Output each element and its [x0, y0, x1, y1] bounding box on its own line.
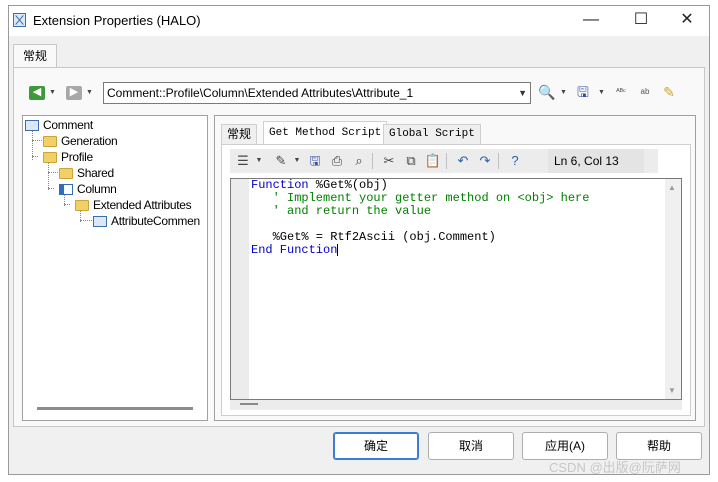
list-dropdown-icon[interactable]: ▼: [250, 152, 268, 170]
cancel-button[interactable]: 取消: [428, 432, 514, 460]
undo-icon[interactable]: ↶: [454, 152, 472, 170]
help-icon[interactable]: ?: [506, 152, 524, 170]
general-panel: ◀ ▼ ▶ ▼ Comment::Profile\Column\Extended…: [13, 67, 705, 427]
folder-icon: [59, 168, 73, 180]
apply-button[interactable]: 应用(A): [522, 432, 608, 460]
tree-item-extended-attributes[interactable]: Extended Attributes: [75, 197, 192, 213]
help-button[interactable]: 帮助: [616, 432, 702, 460]
subtab-get-method-script[interactable]: Get Method Script: [263, 121, 388, 145]
folder-icon: [43, 136, 57, 148]
copy-icon[interactable]: ⧉: [402, 152, 420, 170]
code-editor[interactable]: Function %Get%(obj) ' Implement your get…: [230, 178, 682, 400]
save-dropdown-icon[interactable]: ▼: [598, 89, 605, 96]
watermark-text: CSDN @出版@阮萨网: [549, 460, 681, 475]
title-bar[interactable]: Extension Properties (HALO) — ☐ ✕: [9, 6, 709, 36]
code-keyword: End Function: [251, 243, 338, 258]
save-icon[interactable]: 🖫: [574, 83, 592, 101]
cursor-position-status: Ln 6, Col 13: [548, 149, 644, 173]
tree-item-comment[interactable]: Comment: [25, 117, 93, 133]
save-icon[interactable]: 🖫: [306, 152, 324, 170]
code-text-line: %Get%(obj): [308, 178, 388, 192]
object-path-combo[interactable]: Comment::Profile\Column\Extended Attribu…: [103, 82, 531, 104]
maximize-button[interactable]: ☐: [619, 6, 663, 36]
chevron-down-icon[interactable]: ▼: [518, 83, 527, 103]
code-text[interactable]: Function %Get%(obj) ' Implement your get…: [251, 179, 589, 257]
window-title: Extension Properties (HALO): [33, 13, 201, 28]
tree-item-attribute-comment[interactable]: AttributeCommen: [93, 213, 200, 229]
object-path-value: Comment::Profile\Column\Extended Attribu…: [107, 86, 414, 100]
subtab-general[interactable]: 常规: [221, 124, 258, 144]
forward-dropdown-icon[interactable]: ▼: [86, 89, 93, 96]
app-icon: [13, 13, 26, 27]
print-icon[interactable]: ⎙: [328, 152, 346, 170]
paste-icon[interactable]: 📋: [424, 152, 442, 170]
get-method-script-panel: ☰ ▼ ✎ ▼ 🖫 ⎙ ⌕ ✂ ⧉ 📋 ↶ ↷ ? Ln 6, Col 13 F…: [221, 144, 691, 416]
scroll-grip[interactable]: [240, 403, 258, 405]
scroll-up-icon[interactable]: ▲: [668, 183, 676, 192]
forward-icon[interactable]: ▶: [66, 86, 82, 100]
find-icon[interactable]: ⌕: [350, 152, 368, 170]
edit-dropdown-icon[interactable]: ▼: [288, 152, 306, 170]
editor-toolbar: ☰ ▼ ✎ ▼ 🖫 ⎙ ⌕ ✂ ⧉ 📋 ↶ ↷ ? Ln 6, Col 13: [230, 149, 658, 173]
cut-icon[interactable]: ✂: [380, 152, 398, 170]
comment-icon: [25, 120, 39, 132]
tree-item-generation[interactable]: Generation: [43, 133, 118, 149]
subtab-global-script[interactable]: Global Script: [383, 124, 481, 144]
find-dropdown-icon[interactable]: ▼: [560, 89, 567, 96]
tree-item-column[interactable]: Column: [59, 181, 117, 197]
tree-item-shared[interactable]: Shared: [59, 165, 114, 181]
code-comment-line: ' and return the value: [251, 204, 432, 218]
tab-general[interactable]: 常规: [13, 44, 57, 68]
attribute-icon: [93, 216, 107, 228]
script-editor-area: 常规 Get Method Script Global Script ☰ ▼ ✎…: [214, 115, 696, 421]
back-dropdown-icon[interactable]: ▼: [49, 89, 56, 96]
ok-button[interactable]: 确定: [333, 432, 419, 460]
table-column-icon: [59, 184, 73, 196]
close-button[interactable]: ✕: [665, 6, 709, 36]
properties-icon[interactable]: ✎: [660, 83, 678, 101]
tree-item-profile[interactable]: Profile: [43, 149, 93, 165]
spell-check-icon[interactable]: ᴬᴮᶜ: [612, 83, 630, 101]
folder-icon: [75, 200, 89, 212]
find-icon[interactable]: 🔍: [538, 83, 556, 101]
scroll-down-icon[interactable]: ▼: [668, 386, 676, 395]
folder-icon: [43, 152, 57, 164]
editor-gutter: [231, 179, 249, 399]
extension-properties-window: Extension Properties (HALO) — ☐ ✕ 常规 ◀ ▼…: [8, 5, 710, 475]
text-cursor: [337, 244, 339, 256]
code-text-line: %Get% = Rtf2Ascii (obj.Comment): [251, 230, 496, 244]
minimize-button[interactable]: —: [569, 6, 613, 36]
editor-vertical-scrollbar[interactable]: ▲ ▼: [665, 179, 681, 399]
code-keyword: Function: [251, 178, 309, 192]
editor-horizontal-scrollbar[interactable]: [230, 400, 682, 410]
redo-icon[interactable]: ↷: [476, 152, 494, 170]
tree-horizontal-scrollbar[interactable]: [37, 407, 193, 410]
back-icon[interactable]: ◀: [29, 86, 45, 100]
tree-view[interactable]: Comment Generation Profile Shared Column…: [22, 115, 208, 421]
rename-icon[interactable]: ab: [636, 83, 654, 101]
